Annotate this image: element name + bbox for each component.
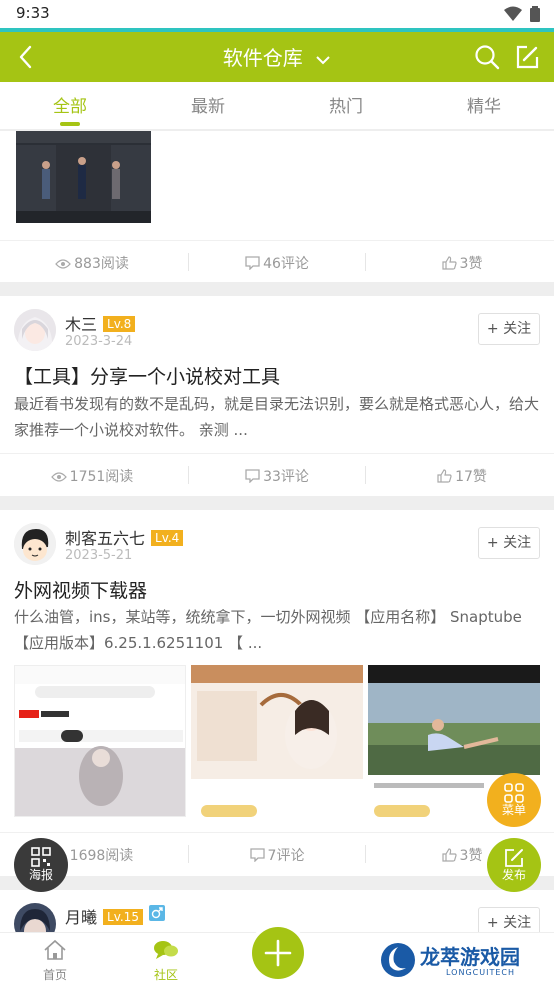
page-title-text: 软件仓库 [222,46,303,70]
comment-icon [245,469,260,483]
username[interactable]: 月曦 Lv.15 [65,904,165,928]
post-card[interactable]: 883阅读 46评论 3赞 [0,131,554,282]
tab-latest[interactable]: 最新 [158,92,258,117]
publish-label: 发布 [501,868,526,882]
avatar[interactable] [14,903,56,932]
thumbs-up-icon [441,256,457,270]
avatar[interactable] [14,309,56,351]
chevron-down-icon [316,55,330,64]
publish-button[interactable]: 发布 [487,838,541,892]
watermark-emblem-icon [381,943,415,977]
post-image[interactable] [14,665,186,817]
search-icon[interactable] [472,42,502,72]
community-icon [154,941,178,959]
follow-button[interactable]: + 关注 [478,527,540,559]
read-count[interactable]: 883阅读 [0,253,184,273]
thumbs-up-icon [441,848,457,862]
comment-count[interactable]: 46评论 [185,253,369,273]
status-bar: 9:33 [0,0,554,28]
qr-code-icon [31,847,51,867]
comment-count[interactable]: 7评论 [185,845,369,865]
tab-label: 热门 [329,97,363,117]
like-count[interactable]: 3赞 [370,253,554,273]
app-bar: 软件仓库 [0,32,554,82]
tab-hot[interactable]: 热门 [296,92,396,117]
eye-icon [55,259,71,269]
gender-male-icon [148,905,165,921]
menu-label: 菜单 [501,803,526,817]
level-badge: Lv.4 [151,530,184,546]
nav-item-community[interactable]: 社区 [136,939,196,983]
comment-icon [245,256,260,270]
post-stats: 1698阅读 7评论 3赞 [0,832,554,874]
post-card[interactable]: 月曦 Lv.15 + 关注 [0,890,554,932]
youtube-screenshot-image [15,666,185,816]
tab-label: 最新 [191,97,225,117]
status-time: 9:33 [16,4,50,22]
watermark-sub: LONGCUITECH [446,968,515,977]
comment-count[interactable]: 33评论 [185,466,369,486]
battery-icon [530,6,540,22]
post-title[interactable]: 外网视频下载器 [14,576,147,603]
tab-bar: 全部 最新 热门 精华 [0,82,554,130]
post-excerpt[interactable]: 什么油管，ins，某站等，统统拿下，一切外网视频 【应用名称】 Snaptube… [14,604,542,656]
post-excerpt[interactable]: 最近看书发现有的数不是乱码，就是目录无法识别，要么就是格式恶心人，给大家推荐一个… [14,391,542,443]
add-post-button[interactable] [252,927,304,979]
wifi-icon [504,6,522,21]
post-image[interactable] [191,665,363,817]
nav-item-home[interactable]: 首页 [25,939,85,983]
poster-button[interactable]: 海报 [14,838,68,892]
level-badge: Lv.8 [103,316,136,332]
home-icon [44,939,66,960]
like-count[interactable]: 17赞 [370,466,554,486]
system-icons [504,6,540,22]
post-image-gallery [14,665,540,817]
post-stats: 1751阅读 33评论 17赞 [0,453,554,495]
tab-label: 全部 [53,97,87,117]
poster-label: 海报 [28,868,53,882]
music-app-screenshot-image [191,665,363,817]
tab-all[interactable]: 全部 [20,92,120,126]
menu-button[interactable]: 菜单 [487,773,541,827]
thumbs-up-icon [437,469,452,483]
edit-icon[interactable] [512,42,542,72]
comment-icon [249,848,265,862]
username[interactable]: 刺客五六七 Lv.4 [65,525,184,549]
workout-video-image [16,131,151,223]
tab-label: 精华 [467,97,501,117]
watermark-logo: 龙萃游戏园 LONGCUITECH [380,940,550,982]
post-title[interactable]: 【工具】分享一个小说校对工具 [14,362,280,389]
post-stats: 883阅读 46评论 3赞 [0,240,554,282]
page-title[interactable]: 软件仓库 [0,42,554,71]
post-date: 2023-3-24 [65,334,133,349]
plus-icon [264,939,292,967]
post-card[interactable]: 木三 Lv.8 2023-3-24 + 关注 【工具】分享一个小说校对工具 最近看… [0,296,554,496]
tab-indicator [60,122,80,126]
post-image[interactable] [16,131,151,223]
avatar[interactable] [14,523,56,565]
level-badge: Lv.15 [103,909,143,925]
follow-button[interactable]: + 关注 [478,313,540,345]
username[interactable]: 木三 Lv.8 [65,311,136,335]
post-date: 2023-5-21 [65,548,133,563]
watermark-brand: 龙萃游戏园 [420,945,520,969]
tab-featured[interactable]: 精华 [434,92,534,117]
eye-icon [50,472,67,482]
post-card[interactable]: 刺客五六七 Lv.4 2023-5-21 + 关注 外网视频下载器 什么油管，in… [0,510,554,876]
follow-button[interactable]: + 关注 [478,907,540,932]
read-count[interactable]: 1751阅读 [0,466,184,486]
